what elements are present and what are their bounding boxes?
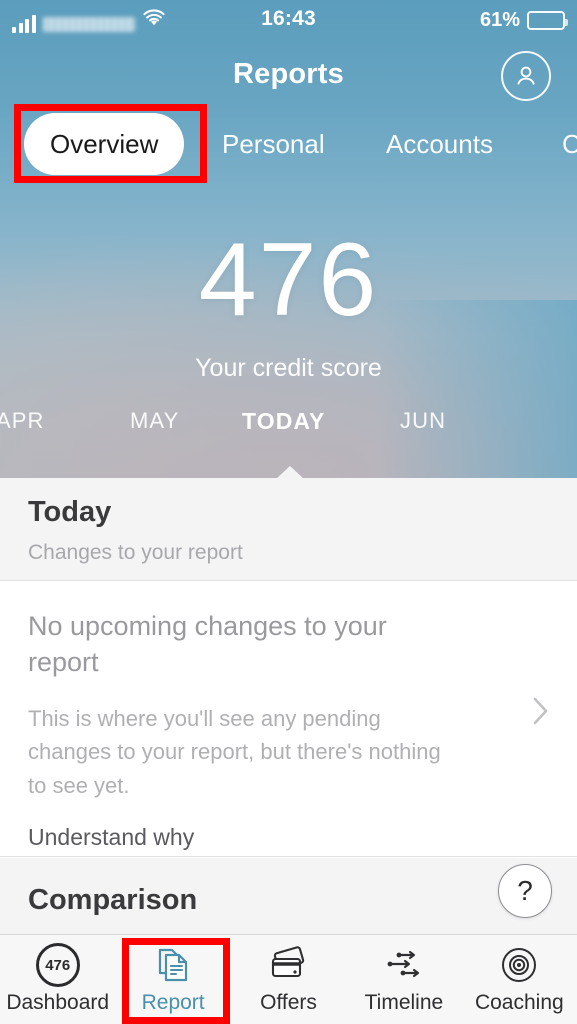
target-icon [499,944,539,986]
tab-offers-label: Offers [260,991,317,1014]
chevron-right-icon [531,695,551,732]
tab-timeline-label: Timeline [364,991,444,1014]
help-question-icon[interactable]: ? [498,864,552,918]
battery-percent-label: 61% [479,9,520,31]
selected-month-pointer [277,466,303,478]
today-section-header: Today Changes to your report [0,478,577,581]
status-bar-right: 61% [479,9,568,32]
tab-offers[interactable]: Offers [231,935,346,1024]
tab-personal[interactable]: Personal [222,113,325,175]
tab-coaching[interactable]: Coaching [462,935,577,1024]
tab-report-label: Report [141,991,205,1014]
tab-coaching-label: Coaching [474,991,564,1014]
month-apr[interactable]: APR [0,408,45,434]
comparison-title: Comparison [28,884,198,916]
credit-score-label: Your credit score [195,354,382,382]
no-changes-card[interactable]: No upcoming changes to your report This … [0,582,577,857]
month-today[interactable]: TODAY [242,408,325,435]
tab-partial-next[interactable]: C [562,113,577,175]
status-bar: 16:43 61% [0,0,577,40]
tab-dashboard[interactable]: 476 Dashboard [0,935,115,1024]
today-subtitle: Changes to your report [28,541,243,564]
month-may[interactable]: MAY [130,408,179,434]
tab-timeline[interactable]: Timeline [346,935,461,1024]
battery-icon [527,11,568,30]
app-screen: 16:43 61% Reports Overview Personal Acco… [0,0,577,1024]
month-jun[interactable]: JUN [400,408,446,434]
user-avatar-icon[interactable] [501,51,551,101]
score-ring-icon: 476 [35,943,80,987]
page-title: Reports [233,58,344,90]
card-title: No upcoming changes to your report [28,611,387,678]
tab-report[interactable]: Report [115,935,230,1024]
month-timeline: APR MAY TODAY JUN [0,408,577,442]
document-icon [154,944,192,986]
bottom-tab-bar: 476 Dashboard Report Offers Timeline Coa… [0,934,577,1024]
timeline-sliders-icon [383,944,425,986]
tab-overview[interactable]: Overview [24,113,185,175]
dashboard-score-badge: 476 [35,943,80,987]
today-title: Today [28,496,112,528]
tab-dashboard-label: Dashboard [6,991,110,1014]
understand-why-link[interactable]: Understand why [28,824,194,851]
tab-accounts[interactable]: Accounts [386,113,493,175]
card-body-text: This is where you'll see any pending cha… [28,706,441,798]
credit-cards-icon [268,944,310,986]
credit-score-value: 476 [198,222,379,338]
report-tabs: Overview Personal Accounts C [0,113,577,175]
